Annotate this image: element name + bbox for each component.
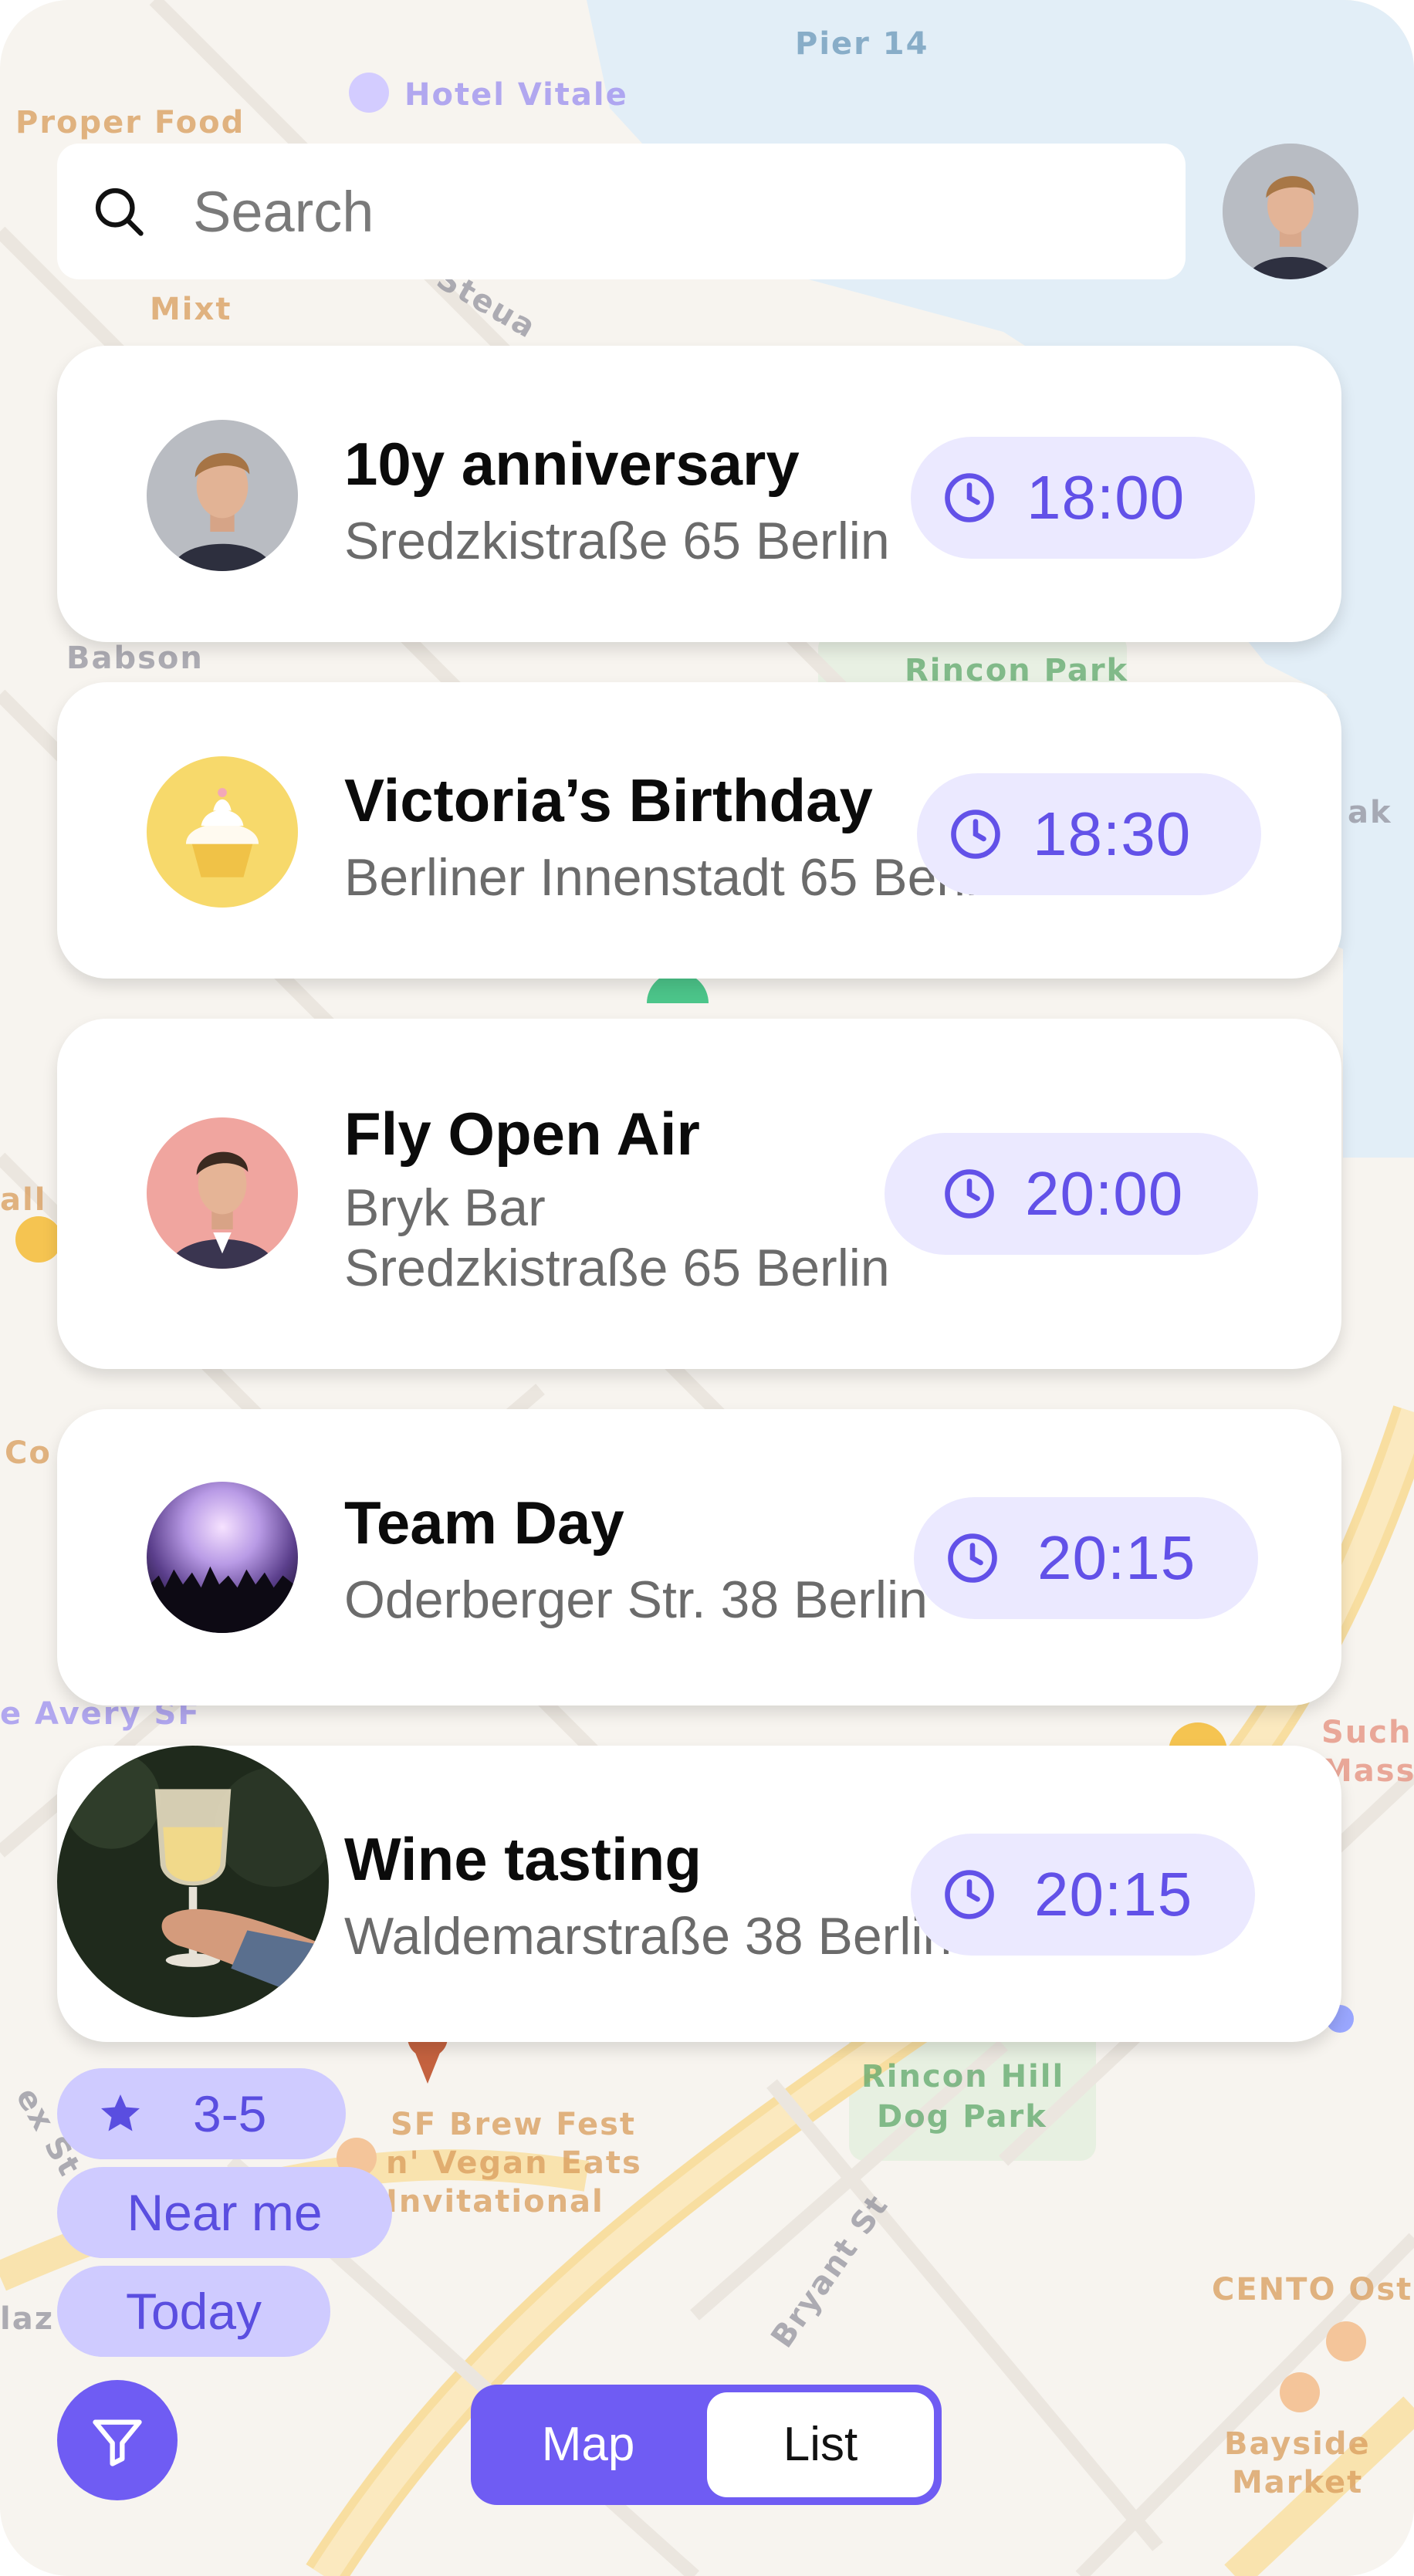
event-title: Victoria’s Birthday	[344, 766, 873, 834]
map-label: all	[0, 1182, 47, 1218]
event-title: Fly Open Air	[344, 1100, 700, 1168]
event-time-badge: 20:15	[914, 1497, 1258, 1619]
filter-button[interactable]	[57, 2380, 178, 2500]
rating-filter-label: 3-5	[193, 2085, 267, 2142]
map-label: Mixt	[150, 292, 232, 327]
clock-icon	[951, 810, 1000, 859]
map-label: CENTO Oste	[1212, 2272, 1414, 2307]
today-filter-chip[interactable]: Today	[57, 2266, 330, 2357]
map-label: Hotel Vitale	[404, 77, 628, 113]
man-portrait-icon	[1223, 144, 1358, 279]
event-time-badge: 20:00	[885, 1133, 1258, 1255]
map-label: Proper Food	[15, 105, 245, 140]
map-label: Dog Park	[877, 2099, 1047, 2135]
man-portrait-avatar-icon	[147, 420, 298, 571]
map-label: Invitational	[386, 2184, 604, 2219]
clock-icon	[945, 1169, 994, 1219]
map-label: ak	[1348, 795, 1392, 830]
map-label: Co	[5, 1435, 52, 1471]
event-time: 20:15	[1034, 1860, 1193, 1929]
search-icon	[95, 188, 144, 236]
map-label: Babson	[66, 641, 204, 676]
near-me-filter-label: Near me	[127, 2184, 323, 2241]
event-title: Wine tasting	[344, 1825, 702, 1893]
filter-funnel-icon	[93, 2419, 142, 2466]
rating-filter-chip[interactable]: 3-5	[57, 2068, 346, 2159]
map-label: Bayside	[1224, 2426, 1371, 2462]
today-filter-label: Today	[125, 2283, 262, 2340]
man-portrait-avatar-icon	[147, 1117, 298, 1269]
event-card[interactable]: 10y anniversary Sredzkistraße 65 Berlin …	[57, 346, 1341, 642]
event-card[interactable]: Fly Open Air Bryk Bar Sredzkistraße 65 B…	[57, 1019, 1341, 1369]
cupcake-avatar-icon	[147, 756, 298, 908]
map-label: SF Brew Fest	[391, 2107, 637, 2142]
event-card[interactable]: Wine tasting Waldemarstraße 38 Berlin 20…	[57, 1746, 1341, 2042]
search-input[interactable]	[193, 144, 1150, 279]
event-title: 10y anniversary	[344, 430, 800, 498]
event-time-badge: 20:15	[911, 1834, 1255, 1956]
map-label: Rincon Hill	[861, 2059, 1065, 2094]
event-time: 18:00	[1027, 463, 1186, 532]
map-label: n' Vegan Eats	[386, 2145, 642, 2181]
clock-icon	[945, 473, 994, 522]
event-time: 18:30	[1033, 800, 1192, 868]
event-time-badge: 18:30	[917, 773, 1261, 895]
event-card[interactable]: Team Day Oderberger Str. 38 Berlin 20:15	[57, 1409, 1341, 1706]
list-view-tab[interactable]: List	[707, 2392, 934, 2497]
map-view-tab[interactable]: Map	[471, 2385, 705, 2505]
wine-glass-avatar-icon	[57, 1746, 329, 2017]
map-label: Market	[1232, 2465, 1364, 2500]
event-card[interactable]: Victoria’s Birthday Berliner Innenstadt …	[57, 682, 1341, 979]
star-icon	[101, 2094, 140, 2131]
clock-icon	[948, 1533, 997, 1583]
clock-icon	[945, 1870, 994, 1919]
profile-avatar[interactable]	[1223, 144, 1358, 279]
map-label: Pier 14	[795, 26, 929, 62]
event-time: 20:15	[1037, 1523, 1196, 1592]
app-screen: Pier 14 Hotel Vitale Proper Food Mixt St…	[0, 0, 1414, 2576]
map-label: Such	[1321, 1715, 1412, 1750]
concert-crowd-avatar-icon	[147, 1482, 298, 1633]
event-time: 20:00	[1025, 1159, 1184, 1228]
map-label: laz	[0, 2301, 54, 2337]
event-time-badge: 18:00	[911, 437, 1255, 559]
view-toggle: Map List	[471, 2385, 942, 2505]
near-me-filter-chip[interactable]: Near me	[57, 2167, 392, 2258]
event-title: Team Day	[344, 1489, 624, 1557]
search-bar[interactable]	[57, 144, 1186, 279]
